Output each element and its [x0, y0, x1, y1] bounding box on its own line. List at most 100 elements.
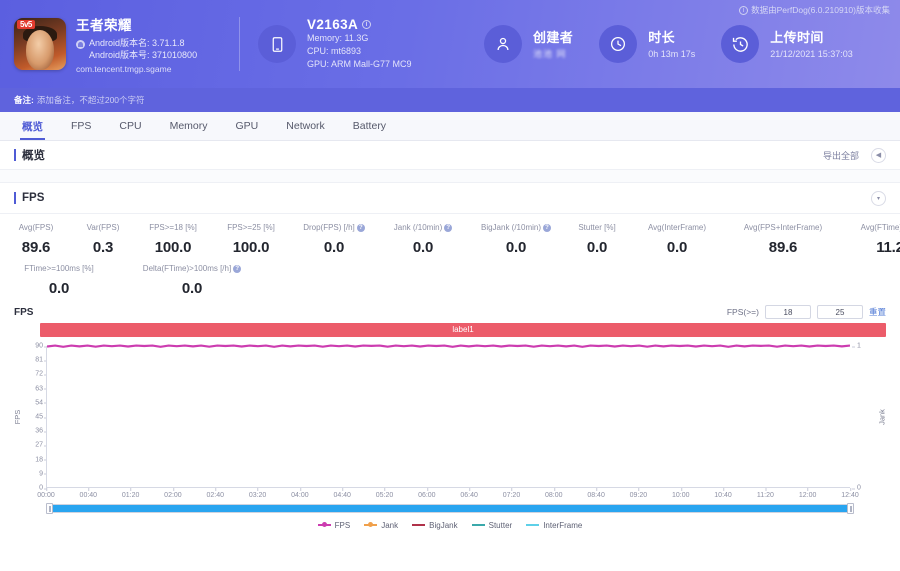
overview-section-bar: 概览 导出全部 ◀ — [0, 141, 900, 170]
y-axis-title: FPS — [12, 409, 22, 425]
help-icon[interactable]: ? — [356, 223, 365, 232]
tab-network[interactable]: Network — [272, 112, 339, 140]
metric-value: 0.0 — [586, 239, 608, 256]
legend-item[interactable]: Jank — [364, 521, 398, 530]
help-icon[interactable]: ? — [233, 264, 242, 273]
metric-label-text: Delta(FTime)>100ms [/h] — [142, 264, 232, 273]
device-info-icon[interactable]: i — [362, 20, 372, 29]
metric-value: 0.0 — [181, 280, 203, 297]
perfdog-note-text: 数据由PerfDog(6.0.210910)版本收集 — [751, 5, 890, 15]
fps-series-line — [47, 344, 850, 352]
help-icon[interactable]: ? — [444, 223, 453, 232]
secondary-y-axis-title: Jank — [877, 409, 887, 425]
x-axis-row: 00:00 00:40 01:20 02:00 02:40 03:20 04:00 04:40… — [10, 488, 890, 502]
upload-label: 上传时间 — [770, 30, 824, 45]
legend-label: InterFrame — [543, 520, 583, 530]
legend-label: FPS — [334, 520, 351, 530]
duration-text-block: 时长 0h 13m 17s — [648, 27, 695, 61]
metric-label-text: Jank (/10min) — [393, 223, 443, 232]
tab-battery[interactable]: Battery — [339, 112, 400, 140]
tab-overview[interactable]: 概览 — [8, 112, 57, 140]
y-axis-tick: 90 — [35, 342, 47, 350]
fps-plot-area: FPS 0 9 18 27 36 45 54 63 72 81 90 01 Jank — [10, 342, 890, 492]
chart-legend: FPS Jank BigJank Stutter InterFrame — [10, 518, 890, 532]
main-tabs: 概览 FPS CPU Memory GPU Network Battery — [0, 112, 900, 141]
legend-swatch — [364, 522, 378, 527]
device-name-row: V2163A i — [307, 17, 412, 32]
metric-value: 11.2 — [876, 239, 900, 256]
app-icon-art-face — [26, 30, 54, 70]
legend-swatch — [317, 522, 331, 527]
fps-threshold-input-1[interactable] — [764, 305, 811, 319]
metric-label-text: Avg(FPS) — [18, 223, 54, 232]
upload-text-block: 上传时间 21/12/2021 15:37:03 — [770, 27, 853, 61]
legend-item[interactable]: FPS — [317, 520, 351, 530]
page-title-text: 概览 — [22, 150, 45, 162]
tab-cpu[interactable]: CPU — [105, 112, 155, 140]
fps-chart-wrap: FPS FPS(>=) 重置 label1 FPS 09182736455463… — [0, 301, 900, 532]
fps-title-accent-bar — [14, 192, 16, 204]
legend-label: Stutter — [488, 520, 513, 530]
metric-value: 0.0 — [505, 239, 527, 256]
app-version-group: Android版本名: 3.71.1.8 Android版本号: 3710108… — [89, 37, 197, 61]
slider-handle-right[interactable] — [847, 503, 854, 514]
slider-fill — [52, 505, 848, 512]
collapse-panel-button[interactable]: ◀ — [871, 147, 886, 163]
tab-gpu[interactable]: GPU — [222, 112, 273, 140]
y-axis-tick: 45 — [35, 413, 47, 421]
legend-item[interactable]: Stutter — [471, 520, 513, 530]
metric-cell: Avg(InterFrame) 0.0 — [630, 223, 724, 256]
x-axis-tick: 12:00 — [798, 488, 817, 499]
export-all-button[interactable]: 导出全部 — [823, 149, 859, 162]
metric-label: Drop(FPS) [/h]? — [296, 223, 372, 232]
legend-item[interactable]: BigJank — [412, 521, 458, 530]
device-text-block: V2163A i Memory: 11.3G CPU: mt6893 GPU: … — [307, 17, 412, 71]
legend-swatch — [526, 524, 540, 526]
plot-canvas[interactable] — [46, 346, 850, 488]
metric-label-text: Drop(FPS) [/h] — [303, 223, 355, 232]
metric-value: 0.3 — [92, 239, 114, 256]
user-icon — [484, 25, 522, 63]
perfdog-version-note: i 数据由PerfDog(6.0.210910)版本收集 — [739, 4, 890, 16]
metric-label: Jank (/10min)? — [384, 223, 462, 232]
tab-fps[interactable]: FPS — [57, 112, 105, 140]
remark-bar[interactable]: 备注: 添加备注，不超过200个字符 — [0, 88, 900, 112]
metric-label: FPS>=25 [%] — [218, 223, 284, 232]
history-clock-icon — [721, 25, 760, 63]
x-axis-tick: 00:00 — [37, 488, 55, 499]
fps-threshold-input-2[interactable] — [816, 305, 863, 319]
app-text-block: 王者荣耀 Android版本名: 3.71.1.8 Android版本号: 37… — [76, 14, 197, 74]
x-axis-tick: 05:20 — [375, 488, 394, 499]
metric-cell: Drop(FPS) [/h]? 0.0 — [290, 223, 378, 256]
fps-chart-toolbar: FPS FPS(>=) 重置 — [10, 301, 890, 323]
tab-memory[interactable]: Memory — [156, 112, 222, 140]
legend-swatch — [471, 524, 485, 526]
metric-label: FTime>=100ms [%] — [6, 264, 112, 273]
help-icon[interactable]: ? — [543, 223, 552, 232]
page-title: 概览 — [14, 147, 45, 163]
legend-marker-dot — [368, 522, 374, 527]
reset-button[interactable]: 重置 — [869, 306, 886, 318]
phone-icon — [258, 25, 296, 63]
metric-cell: Stutter [%] 0.0 — [564, 223, 630, 256]
duration-label: 时长 — [648, 30, 676, 45]
info-icon: i — [739, 5, 749, 15]
x-axis-tick: 10:00 — [671, 488, 690, 499]
fps-threshold-label: FPS(>=) — [726, 307, 759, 317]
slider-handle-left[interactable] — [46, 503, 53, 514]
device-memory: Memory: 11.3G — [307, 33, 369, 43]
metric-cell: Delta(FTime)>100ms [/h]? 0.0 — [118, 264, 266, 297]
overview-actions: 导出全部 ◀ — [823, 147, 886, 163]
app-header: i 数据由PerfDog(6.0.210910)版本收集 5v5 王者荣耀 An… — [0, 0, 900, 88]
metric-label-text: Var(FPS) — [86, 223, 120, 232]
duration-block: 时长 0h 13m 17s — [599, 25, 695, 63]
scene-label-band[interactable]: label1 — [40, 323, 886, 337]
metric-value: 0.0 — [666, 239, 688, 256]
creator-label: 创建者 — [533, 30, 574, 45]
chart-range-slider[interactable] — [46, 503, 854, 514]
metric-label: Stutter [%] — [570, 223, 624, 232]
metric-label-text: Avg(FPS+InterFrame) — [743, 223, 823, 232]
legend-item[interactable]: InterFrame — [526, 521, 582, 530]
device-gpu: GPU: ARM Mall-G77 MC9 — [307, 59, 412, 69]
fps-card-collapse-button[interactable]: ▾ — [871, 190, 886, 206]
